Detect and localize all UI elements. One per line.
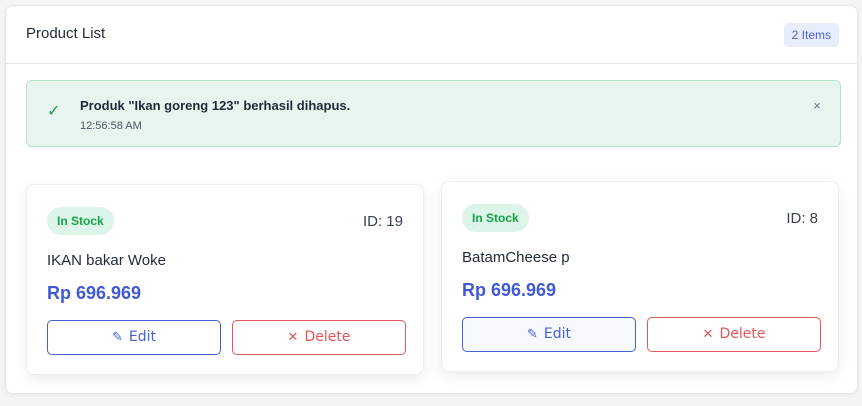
x-icon: ✕ xyxy=(287,330,299,345)
check-icon: ✓ xyxy=(47,103,61,120)
pencil-icon: ✎ xyxy=(111,330,123,345)
pencil-icon: ✎ xyxy=(526,327,538,342)
alert-message: Produk "Ikan goreng 123" berhasil dihapu… xyxy=(80,98,351,113)
product-name: BatamCheese p xyxy=(462,249,570,266)
delete-button[interactable]: ✕ Delete xyxy=(232,320,406,355)
x-icon: ✕ xyxy=(702,327,714,342)
close-icon[interactable]: × xyxy=(810,99,824,113)
edit-button[interactable]: ✎ Edit xyxy=(462,317,636,352)
edit-button-label: Edit xyxy=(128,329,157,345)
alert-timestamp: 12:56:58 AM xyxy=(80,120,142,132)
delete-button-label: Delete xyxy=(304,329,351,345)
product-card: In Stock ID: 19 IKAN bakar Woke Rp 696.9… xyxy=(26,184,424,375)
product-id: ID: 8 xyxy=(786,210,818,227)
delete-button-label: Delete xyxy=(719,326,766,342)
delete-button[interactable]: ✕ Delete xyxy=(647,317,821,352)
product-card: In Stock ID: 8 BatamCheese p Rp 696.969 … xyxy=(441,181,839,372)
success-alert: ✓ Produk "Ikan goreng 123" berhasil diha… xyxy=(26,80,841,147)
edit-button[interactable]: ✎ Edit xyxy=(47,320,221,355)
panel-header: Product List 2 Items xyxy=(6,6,857,64)
edit-button-label: Edit xyxy=(543,326,572,342)
stock-status-badge: In Stock xyxy=(462,204,529,232)
product-price: Rp 696.969 xyxy=(47,283,142,303)
page-title: Product List xyxy=(26,25,106,42)
product-list-panel: Product List 2 Items ✓ Produk "Ikan gore… xyxy=(5,5,858,394)
product-name: IKAN bakar Woke xyxy=(47,252,166,269)
product-id: ID: 19 xyxy=(362,213,403,230)
stock-status-badge: In Stock xyxy=(47,207,114,235)
product-price: Rp 696.969 xyxy=(462,280,557,300)
item-count-badge: 2 Items xyxy=(783,23,839,47)
